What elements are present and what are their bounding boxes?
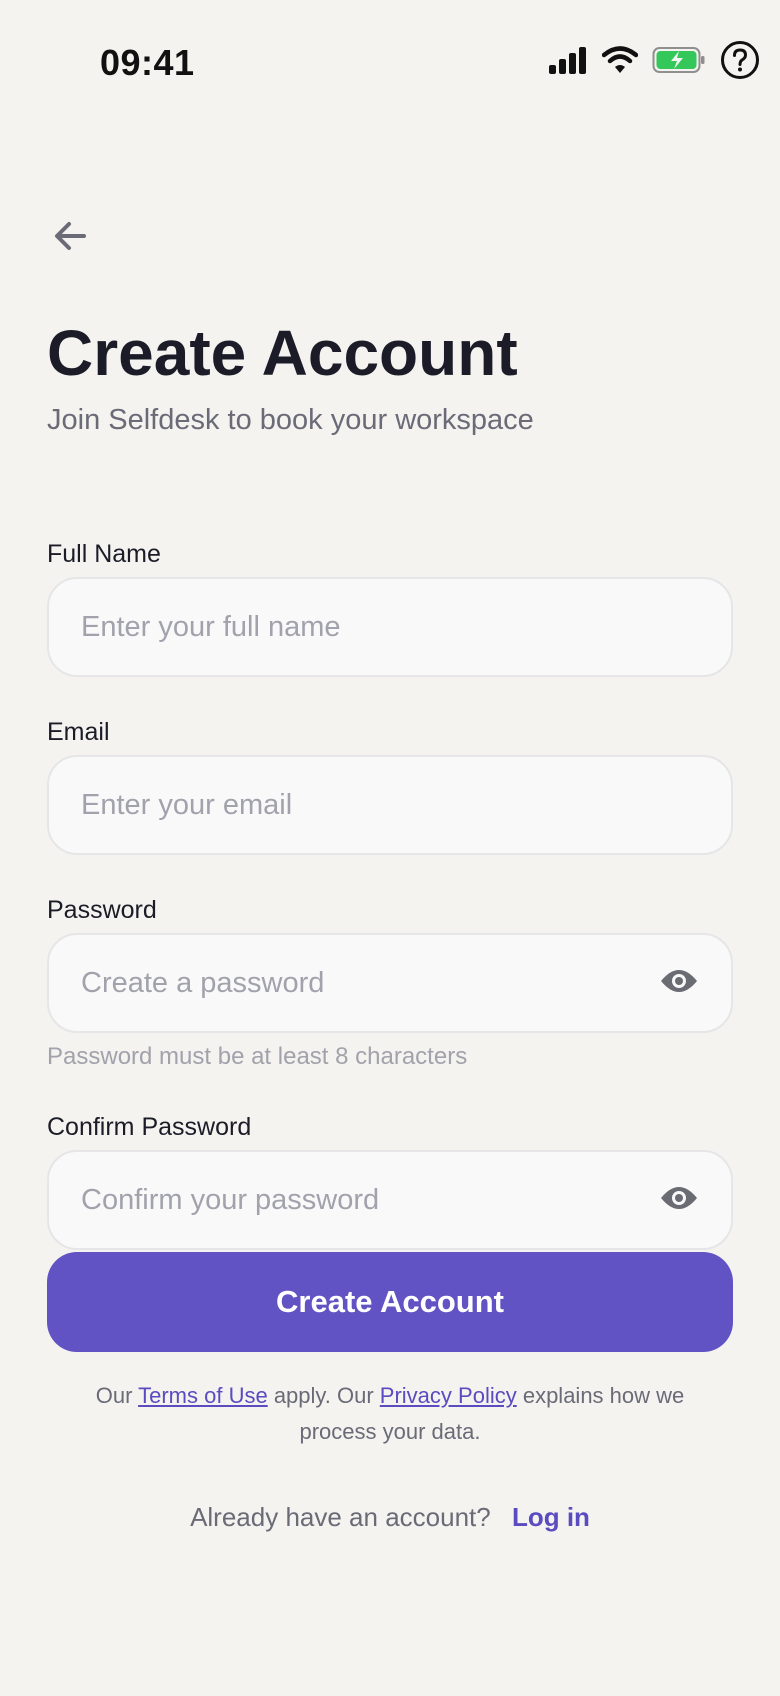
full-name-input[interactable] xyxy=(81,610,699,644)
login-prompt: Already have an account? xyxy=(190,1502,491,1532)
password-field-container xyxy=(47,933,733,1033)
email-label: Email xyxy=(47,718,110,746)
privacy-policy-link[interactable]: Privacy Policy xyxy=(380,1383,517,1408)
wifi-icon xyxy=(602,46,638,74)
create-account-screen: 09:41 Create Account Join Selfdesk to bo… xyxy=(0,0,780,1696)
confirm-password-label: Confirm Password xyxy=(47,1113,252,1141)
password-label: Password xyxy=(47,896,157,924)
confirm-password-field-container xyxy=(47,1150,733,1250)
signal-icon xyxy=(548,46,588,74)
page-subtitle: Join Selfdesk to book your workspace xyxy=(47,404,534,436)
terms-of-use-link[interactable]: Terms of Use xyxy=(138,1383,268,1408)
legal-prefix: Our xyxy=(95,1383,139,1408)
help-icon[interactable] xyxy=(720,40,760,80)
status-icons xyxy=(548,40,760,80)
arrow-left-icon xyxy=(50,216,90,261)
email-field-container xyxy=(47,755,733,855)
confirm-password-input[interactable] xyxy=(81,1183,647,1217)
full-name-label: Full Name xyxy=(47,540,161,568)
login-link[interactable]: Log in xyxy=(512,1502,590,1532)
show-password-toggle[interactable] xyxy=(659,963,699,1003)
back-button[interactable] xyxy=(46,214,94,262)
password-input[interactable] xyxy=(81,966,647,1000)
status-time: 09:41 xyxy=(100,42,195,83)
login-prompt-row: Already have an account? Log in xyxy=(0,1502,780,1533)
password-hint: Password must be at least 8 characters xyxy=(47,1043,468,1070)
page-title: Create Account xyxy=(47,317,518,389)
eye-icon xyxy=(660,968,698,999)
battery-charging-icon xyxy=(652,45,706,75)
legal-middle: apply. Our xyxy=(267,1383,380,1408)
create-account-button[interactable]: Create Account xyxy=(47,1252,733,1352)
legal-notice: Our Terms of Use apply. Our Privacy Poli… xyxy=(60,1378,720,1450)
eye-icon xyxy=(660,1185,698,1216)
email-input[interactable] xyxy=(81,788,699,822)
show-confirm-password-toggle[interactable] xyxy=(659,1180,699,1220)
full-name-field-container xyxy=(47,577,733,677)
